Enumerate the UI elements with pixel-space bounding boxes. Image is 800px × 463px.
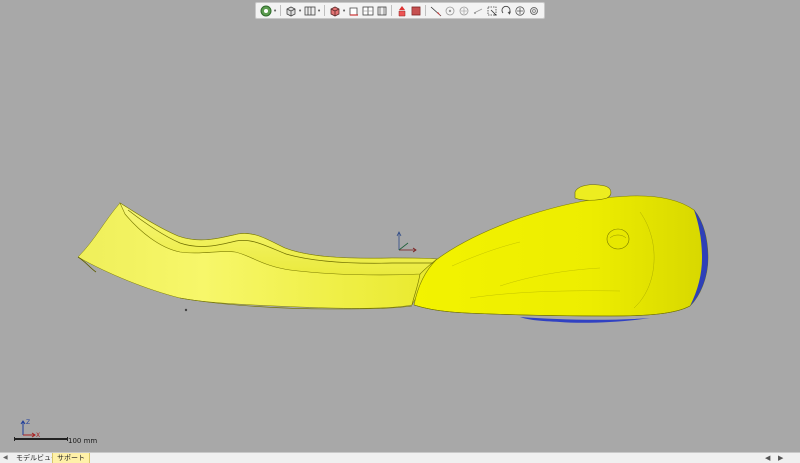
scale-label: 100 mm [68,437,98,445]
3d-model-scene[interactable] [0,0,800,452]
view-tabs: ◀ モデルビュー サポート ◀ ▶ [0,452,800,463]
tab-scroll-left-icon[interactable]: ◀ [3,455,8,461]
center-axis-triad [396,231,417,253]
scale-indicator: Z X [10,416,72,446]
nav-right-icon[interactable]: ▶ [778,454,783,462]
seat-section[interactable] [77,202,438,312]
scale-axis-z: Z [26,419,30,426]
nav-left-icon[interactable]: ◀ [765,454,770,462]
scale-axis-x: X [36,432,40,439]
3d-viewport[interactable]: • • • • Z X 100 mm [0,0,800,452]
fuel-tank[interactable] [413,184,709,323]
tab-support[interactable]: サポート [52,453,90,463]
scale-axis-triad: Z X [14,419,68,441]
